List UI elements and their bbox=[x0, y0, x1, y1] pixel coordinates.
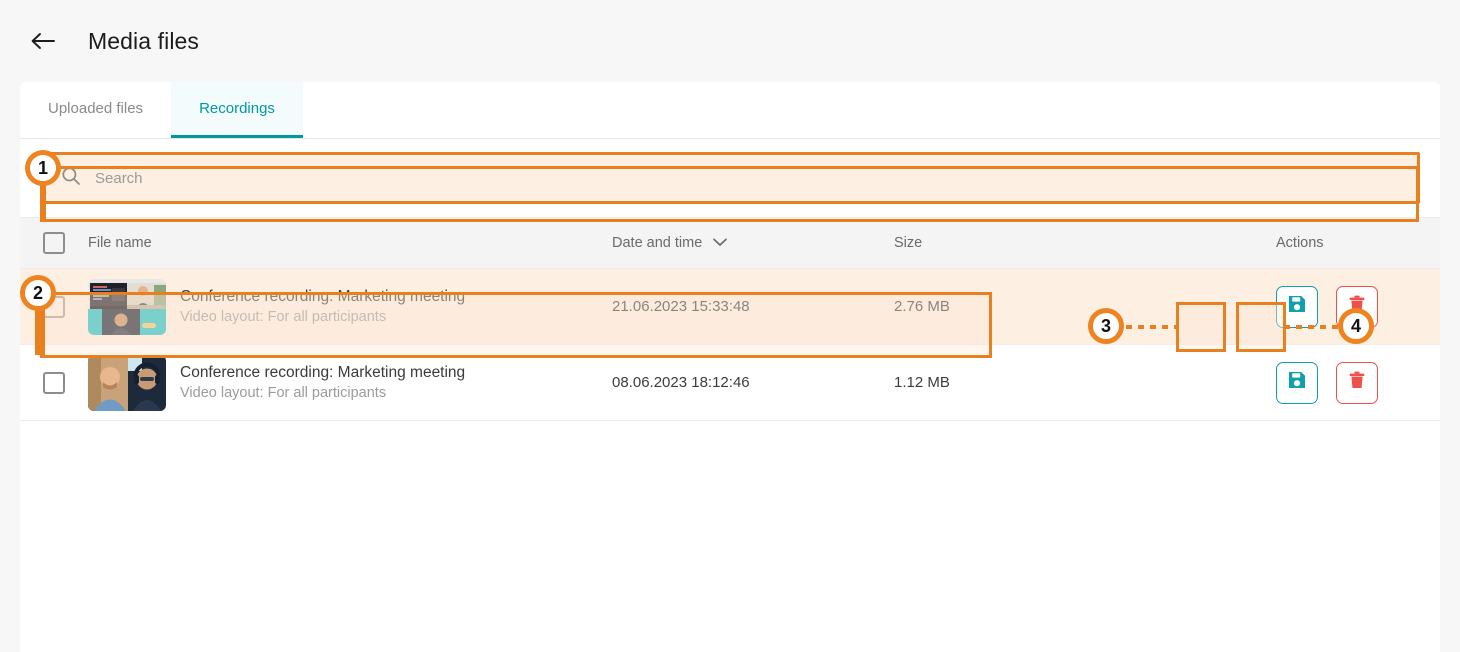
file-subtitle: Video layout: For all participants bbox=[180, 309, 387, 325]
table-header: File name Date and time Size Actions bbox=[20, 217, 1440, 269]
file-title: Conference recording: Marketing meeting bbox=[180, 288, 466, 305]
delete-button[interactable] bbox=[1336, 361, 1378, 404]
page-title: Media files bbox=[88, 27, 200, 54]
column-header-date[interactable]: Date and time bbox=[612, 235, 894, 251]
recording-thumbnail[interactable] bbox=[88, 354, 166, 411]
actions-cell bbox=[1176, 285, 1440, 328]
annotation-number: 3 bbox=[1100, 315, 1111, 336]
search-icon bbox=[61, 166, 81, 191]
table-row[interactable]: Conference recording: Marketing meeting … bbox=[20, 345, 1440, 421]
column-label: File name bbox=[88, 235, 152, 251]
save-button[interactable] bbox=[1276, 285, 1318, 328]
select-all-checkbox-cell bbox=[20, 232, 88, 254]
annotation-number: 1 bbox=[37, 157, 48, 178]
file-name-cell: Conference recording: Marketing meeting … bbox=[88, 354, 612, 411]
annotation-badge-2: 2 bbox=[20, 275, 56, 311]
tab-label: Uploaded files bbox=[48, 100, 144, 117]
column-label: Date and time bbox=[612, 235, 703, 251]
annotation-badge-4: 4 bbox=[1338, 308, 1374, 344]
file-title: Conference recording: Marketing meeting bbox=[180, 364, 466, 381]
trash-icon bbox=[1347, 370, 1367, 395]
search-row: Search bbox=[20, 139, 1440, 217]
file-subtitle: Video layout: For all participants bbox=[180, 385, 387, 401]
annotation-3-connector bbox=[1126, 325, 1178, 329]
size-value: 1.12 MB bbox=[894, 373, 950, 391]
column-header-actions: Actions bbox=[1176, 235, 1440, 251]
date-cell: 08.06.2023 18:12:46 bbox=[612, 374, 894, 392]
date-cell: 21.06.2023 15:33:48 bbox=[612, 298, 894, 316]
tab-uploaded-files[interactable]: Uploaded files bbox=[20, 82, 171, 138]
size-cell: 1.12 MB bbox=[894, 374, 1176, 392]
tab-recordings[interactable]: Recordings bbox=[171, 82, 303, 138]
tab-bar: Uploaded files Recordings bbox=[20, 82, 1440, 139]
size-cell: 2.76 MB bbox=[894, 298, 1176, 316]
recording-thumbnail[interactable] bbox=[88, 278, 166, 335]
floppy-disk-icon bbox=[1287, 370, 1307, 395]
select-all-checkbox[interactable] bbox=[43, 232, 65, 254]
row-checkbox-cell bbox=[20, 371, 88, 394]
column-header-file-name[interactable]: File name bbox=[88, 235, 612, 251]
row-checkbox[interactable] bbox=[43, 371, 65, 394]
date-value: 21.06.2023 15:33:48 bbox=[612, 297, 750, 315]
date-value: 08.06.2023 18:12:46 bbox=[612, 373, 750, 391]
back-arrow-icon[interactable] bbox=[28, 26, 58, 56]
save-button[interactable] bbox=[1276, 361, 1318, 404]
media-files-card: Uploaded files Recordings Search File na… bbox=[20, 82, 1440, 652]
column-label: Actions bbox=[1276, 235, 1324, 251]
tab-label: Recordings bbox=[199, 100, 275, 117]
page-header: Media files bbox=[0, 0, 1460, 82]
floppy-disk-icon bbox=[1287, 294, 1307, 319]
annotation-badge-1: 1 bbox=[25, 150, 61, 186]
column-header-size[interactable]: Size bbox=[894, 235, 1176, 251]
search-placeholder: Search bbox=[95, 169, 143, 187]
column-label: Size bbox=[894, 235, 923, 251]
actions-cell bbox=[1176, 361, 1440, 404]
file-name-cell: Conference recording: Marketing meeting … bbox=[88, 278, 612, 335]
search-field[interactable]: Search bbox=[40, 152, 1420, 204]
chevron-down-icon[interactable] bbox=[712, 235, 728, 251]
annotation-4-connector bbox=[1284, 325, 1338, 329]
annotation-badge-3: 3 bbox=[1088, 308, 1124, 344]
annotation-number: 2 bbox=[32, 282, 43, 303]
annotation-number: 4 bbox=[1350, 315, 1361, 336]
table-row[interactable]: Conference recording: Marketing meeting … bbox=[20, 269, 1440, 345]
size-value: 2.76 MB bbox=[894, 297, 950, 315]
